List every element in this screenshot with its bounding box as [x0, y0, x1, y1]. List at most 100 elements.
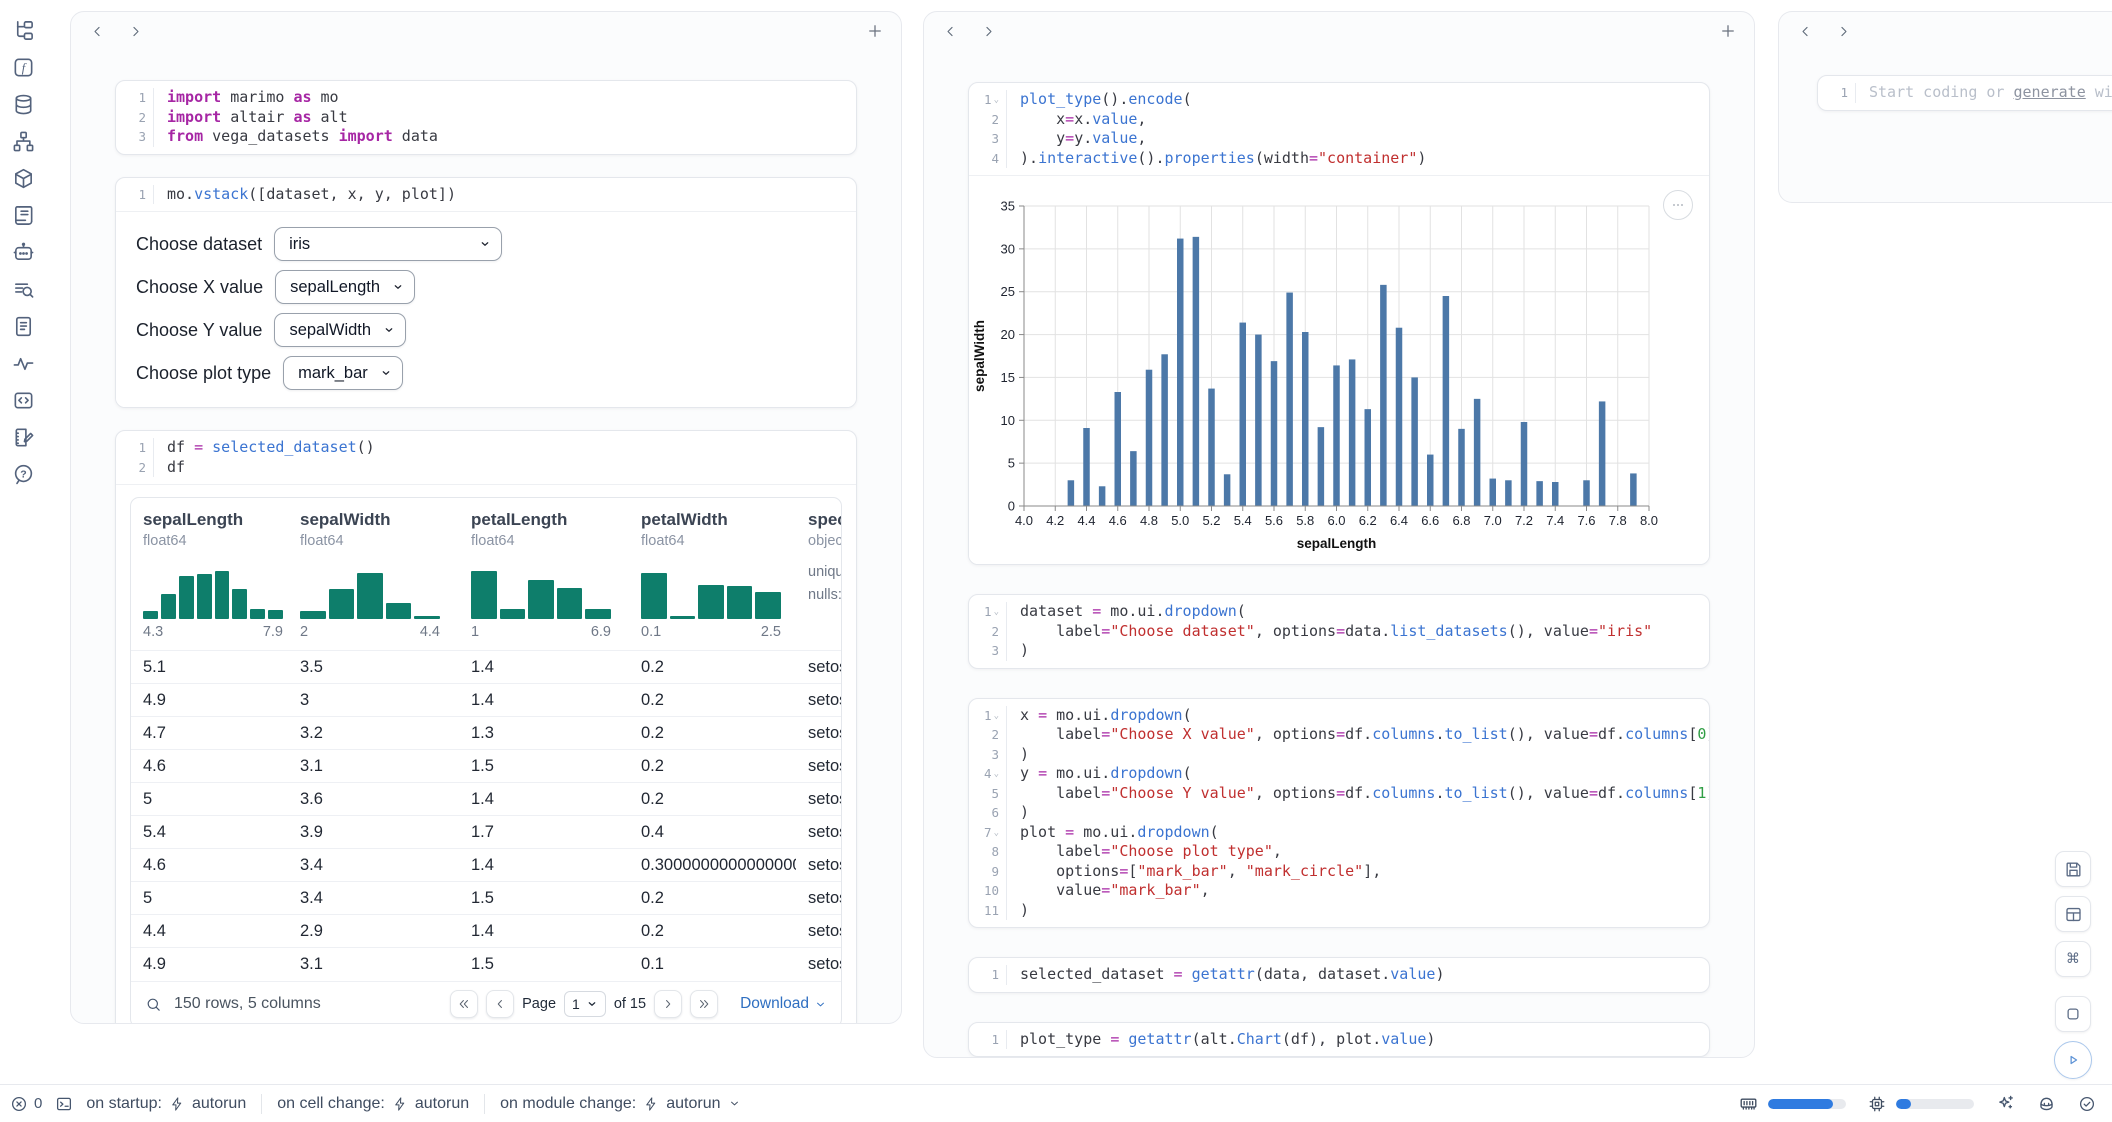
- outputs-icon[interactable]: [11, 388, 35, 412]
- code-line[interactable]: 2import altair as alt: [116, 108, 856, 128]
- page-select[interactable]: 1: [564, 991, 606, 1017]
- code-line[interactable]: 3from vega_datasets import data: [116, 127, 856, 147]
- documentation-icon[interactable]: [11, 314, 35, 338]
- save-button[interactable]: [2055, 851, 2091, 887]
- column-header[interactable]: petalWidthfloat640.12.5: [629, 498, 796, 651]
- file-explorer-icon[interactable]: [11, 18, 35, 42]
- functions-icon[interactable]: f: [11, 55, 35, 79]
- code-line[interactable]: 1plot_type = getattr(alt.Chart(df), plot…: [969, 1030, 1709, 1050]
- help-icon[interactable]: ?: [11, 462, 35, 486]
- logs-icon[interactable]: [11, 203, 35, 227]
- column-header[interactable]: petalLengthfloat6416.9: [459, 498, 629, 651]
- runtime-config-2[interactable]: on cell change:autorun: [277, 1095, 469, 1113]
- panel-move-right-button[interactable]: [1831, 19, 1855, 43]
- code-line[interactable]: 5 label="Choose Y value", options=df.col…: [969, 784, 1709, 804]
- table-cell: setosa: [796, 882, 841, 915]
- table-row[interactable]: 5.43.91.70.4setosa: [131, 816, 841, 849]
- code-line[interactable]: 4⌄y = mo.ui.dropdown(: [969, 764, 1709, 784]
- run-button[interactable]: [2054, 1041, 2092, 1079]
- copilot-button[interactable]: [2037, 1094, 2056, 1113]
- download-button[interactable]: Download: [740, 995, 827, 1013]
- code-line[interactable]: 2 x=x.value,: [969, 110, 1709, 130]
- new-cell-button[interactable]: [2055, 996, 2091, 1032]
- first-page-button[interactable]: [450, 990, 478, 1018]
- empty-code-cell[interactable]: 1Start coding or generate with AI.: [1817, 75, 2112, 111]
- table-row[interactable]: 5.13.51.40.2setosa: [131, 651, 841, 684]
- code-line[interactable]: 1mo.vstack([dataset, x, y, plot]): [116, 185, 856, 205]
- code-line[interactable]: 1df = selected_dataset(): [116, 438, 856, 458]
- floating-action-buttons: ⌘: [2054, 851, 2092, 1088]
- svg-text:5.4: 5.4: [1234, 513, 1252, 528]
- tracing-icon[interactable]: [11, 351, 35, 375]
- chart-actions-button[interactable]: [1663, 190, 1693, 220]
- altair-bar-chart[interactable]: 4.04.24.44.64.85.05.25.45.65.86.06.26.46…: [969, 180, 1709, 562]
- table-row[interactable]: 4.63.11.50.2setosa: [131, 750, 841, 783]
- chat-icon[interactable]: [11, 240, 35, 264]
- snippets-icon[interactable]: [11, 277, 35, 301]
- datasources-icon[interactable]: [11, 92, 35, 116]
- code-line[interactable]: 2df: [116, 458, 856, 478]
- table-row[interactable]: 4.42.91.40.2setosa: [131, 915, 841, 948]
- packages-icon[interactable]: [11, 166, 35, 190]
- code-line[interactable]: 1⌄plot_type().encode(: [969, 90, 1709, 110]
- table-row[interactable]: 53.41.50.2setosa: [131, 882, 841, 915]
- code-line[interactable]: 10 value="mark_bar",: [969, 881, 1709, 901]
- table-cell: 3.9: [288, 816, 459, 849]
- panel-move-right-button[interactable]: [976, 19, 1000, 43]
- app-preview-button[interactable]: [2055, 896, 2091, 932]
- terminal-button[interactable]: [55, 1095, 73, 1113]
- panel-move-right-button[interactable]: [123, 19, 147, 43]
- code-line[interactable]: 3): [969, 745, 1709, 765]
- code-line[interactable]: 1Start coding or generate with AI.: [1818, 83, 2112, 103]
- code-line[interactable]: 1⌄dataset = mo.ui.dropdown(: [969, 602, 1709, 622]
- ai-assistant-button[interactable]: [1996, 1094, 2015, 1113]
- column-header[interactable]: sepalWidthfloat6424.4: [288, 498, 459, 651]
- panel-move-left-button[interactable]: [85, 19, 109, 43]
- previous-page-button[interactable]: [486, 990, 514, 1018]
- line-number: 1: [1818, 83, 1856, 103]
- code-line[interactable]: 3): [969, 641, 1709, 661]
- code-line[interactable]: 4).interactive().properties(width="conta…: [969, 149, 1709, 169]
- panel-move-left-button[interactable]: [938, 19, 962, 43]
- next-page-button[interactable]: [654, 990, 682, 1018]
- code-line[interactable]: 2 label="Choose X value", options=df.col…: [969, 725, 1709, 745]
- code-line[interactable]: 1selected_dataset = getattr(data, datase…: [969, 965, 1709, 985]
- table-search-button[interactable]: [145, 996, 162, 1013]
- code-line[interactable]: 9 options=["mark_bar", "mark_circle"],: [969, 862, 1709, 882]
- table-cell: 3.5: [288, 651, 459, 684]
- runtime-config-3[interactable]: on module change:autorun: [500, 1095, 740, 1113]
- dependency-graph-icon[interactable]: [11, 129, 35, 153]
- column-header[interactable]: sepalLengthfloat644.37.9: [131, 498, 288, 651]
- dropdown-select[interactable]: mark_bar: [283, 356, 403, 390]
- ram-icon: [1739, 1094, 1758, 1113]
- code-line[interactable]: 6): [969, 803, 1709, 823]
- code-line[interactable]: 1import marimo as mo: [116, 88, 856, 108]
- code-line[interactable]: 2 label="Choose dataset", options=data.l…: [969, 622, 1709, 642]
- table-row[interactable]: 4.63.41.40.30000000000000004setosa: [131, 849, 841, 882]
- code-line[interactable]: 1⌄x = mo.ui.dropdown(: [969, 706, 1709, 726]
- runtime-config-1[interactable]: on startup:autorun: [86, 1095, 246, 1113]
- add-column-button[interactable]: [863, 19, 887, 43]
- code-line[interactable]: 3 y=y.value,: [969, 129, 1709, 149]
- table-row[interactable]: 4.93.11.50.1setosa: [131, 948, 841, 981]
- table-row[interactable]: 53.61.40.2setosa: [131, 783, 841, 816]
- keyboard-shortcuts-button[interactable]: ⌘: [2055, 941, 2091, 977]
- error-indicator[interactable]: 0: [10, 1095, 42, 1113]
- column-header[interactable]: speciesobjectunique:nulls:: [796, 498, 841, 651]
- table-row[interactable]: 4.73.21.30.2setosa: [131, 717, 841, 750]
- code-line[interactable]: 8 label="Choose plot type",: [969, 842, 1709, 862]
- memory-usage-bar: [1768, 1099, 1846, 1109]
- table-cell: setosa: [796, 948, 841, 981]
- dropdown-select[interactable]: iris: [274, 227, 502, 261]
- panel-move-left-button[interactable]: [1793, 19, 1817, 43]
- dropdown-select[interactable]: sepalLength: [275, 270, 415, 304]
- code-line[interactable]: 7⌄plot = mo.ui.dropdown(: [969, 823, 1709, 843]
- table-row[interactable]: 4.931.40.2setosa: [131, 684, 841, 717]
- connection-status-button[interactable]: [2078, 1095, 2096, 1113]
- scratchpad-icon[interactable]: [11, 425, 35, 449]
- add-column-button[interactable]: [1716, 19, 1740, 43]
- code-line[interactable]: 11): [969, 901, 1709, 921]
- svg-text:25: 25: [1001, 284, 1015, 299]
- dropdown-select[interactable]: sepalWidth: [274, 313, 406, 347]
- last-page-button[interactable]: [690, 990, 718, 1018]
